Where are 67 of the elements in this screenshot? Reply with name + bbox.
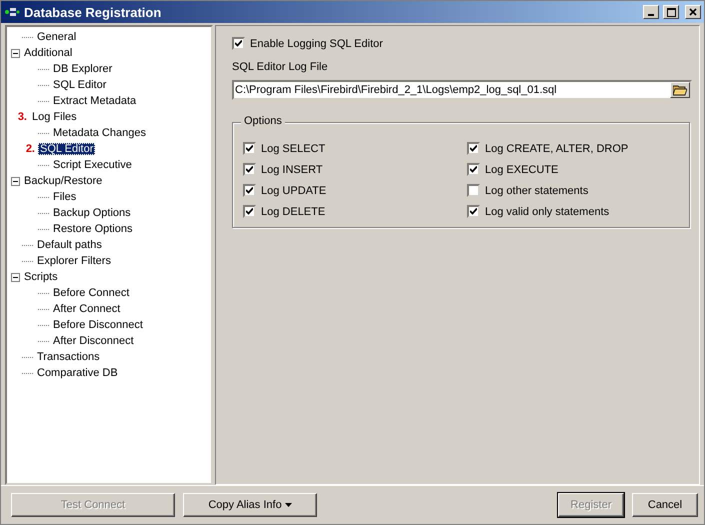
collapse-icon[interactable] xyxy=(11,176,20,186)
checkbox-label: Log INSERT xyxy=(261,164,323,176)
tree-item[interactable]: Metadata Changes xyxy=(51,127,148,139)
checkbox[interactable] xyxy=(467,205,480,218)
tree-item[interactable]: Files xyxy=(51,191,78,203)
folder-icon[interactable] xyxy=(670,82,690,98)
checkbox[interactable] xyxy=(243,142,256,155)
checkbox[interactable] xyxy=(467,142,480,155)
checkbox[interactable] xyxy=(467,163,480,176)
tree-item[interactable]: Default paths xyxy=(35,239,104,251)
tree-item[interactable]: Restore Options xyxy=(51,223,134,235)
tree-item[interactable]: Before Connect xyxy=(51,287,132,299)
tree-item[interactable]: Extract Metadata xyxy=(51,95,138,107)
checkbox-label: Log CREATE, ALTER, DROP xyxy=(485,142,628,154)
tree-item[interactable]: Explorer Filters xyxy=(35,255,113,267)
checkbox-label: Log DELETE xyxy=(261,206,326,218)
tree-item[interactable]: SQL Editor xyxy=(38,143,96,155)
annotation-number: 2. xyxy=(24,143,35,155)
checkmark-icon xyxy=(246,187,253,194)
tree-item[interactable]: Before Disconnect xyxy=(51,319,145,331)
file-path-field[interactable]: C:\Program Files\Firebird\Firebird_2_1\Logs\emp2_log_sql_01.sql xyxy=(232,80,692,100)
checkmark-icon xyxy=(470,145,477,152)
tree-item[interactable]: After Disconnect xyxy=(51,335,136,347)
collapse-icon[interactable] xyxy=(11,48,20,58)
maximize-icon xyxy=(666,8,676,16)
annotation-number: 3. xyxy=(16,111,27,123)
checkbox-label: Log valid only statements xyxy=(485,206,610,218)
close-icon xyxy=(689,8,697,16)
tree-item[interactable]: Log Files xyxy=(30,111,79,123)
field-label: SQL Editor Log File xyxy=(232,61,329,75)
checkbox-label: Log other statements xyxy=(485,184,588,196)
tree-item[interactable]: Transactions xyxy=(35,351,102,363)
checkmark-icon xyxy=(246,166,253,173)
tree-item[interactable]: Scripts xyxy=(22,271,60,283)
checkbox[interactable] xyxy=(243,205,256,218)
tree-item[interactable]: Comparative DB xyxy=(35,367,120,379)
group-title: Options xyxy=(241,115,285,127)
maximize-button[interactable] xyxy=(663,5,679,19)
checkmark-icon xyxy=(235,40,242,47)
tree-item[interactable]: DB Explorer xyxy=(51,63,114,75)
checkmark-icon xyxy=(246,208,253,215)
checkbox-label: Enable Logging SQL Editor xyxy=(250,38,383,50)
checkmark-icon xyxy=(470,208,477,215)
checkbox-label: Log EXECUTE xyxy=(485,164,558,176)
checkbox[interactable] xyxy=(243,184,256,197)
tree-item[interactable]: SQL Editor xyxy=(51,79,108,91)
tree-item[interactable]: Backup Options xyxy=(51,207,133,219)
tree-item[interactable]: Additional xyxy=(22,47,74,59)
caret-icon xyxy=(284,503,292,507)
dialog-button[interactable]: Copy Alias Info xyxy=(183,493,317,517)
checkbox-label: Log UPDATE xyxy=(261,184,326,196)
checkbox[interactable] xyxy=(467,184,480,197)
minimize-button[interactable] xyxy=(643,5,659,19)
checkbox[interactable] xyxy=(243,163,256,176)
checkmark-icon xyxy=(246,145,253,152)
app-icon xyxy=(4,6,20,18)
checkbox[interactable] xyxy=(232,37,245,50)
tree-item[interactable]: After Connect xyxy=(51,303,122,315)
close-button[interactable] xyxy=(685,5,701,19)
dialog-button[interactable]: Cancel xyxy=(632,493,698,517)
collapse-icon[interactable] xyxy=(11,272,20,282)
checkmark-icon xyxy=(470,166,477,173)
tree-item[interactable]: Script Executive xyxy=(51,159,134,171)
checkbox-label: Log SELECT xyxy=(261,142,326,154)
window-title: Database Registration xyxy=(24,4,162,20)
tree-item[interactable]: Backup/Restore xyxy=(22,175,104,187)
tree-item[interactable]: General xyxy=(35,31,78,43)
